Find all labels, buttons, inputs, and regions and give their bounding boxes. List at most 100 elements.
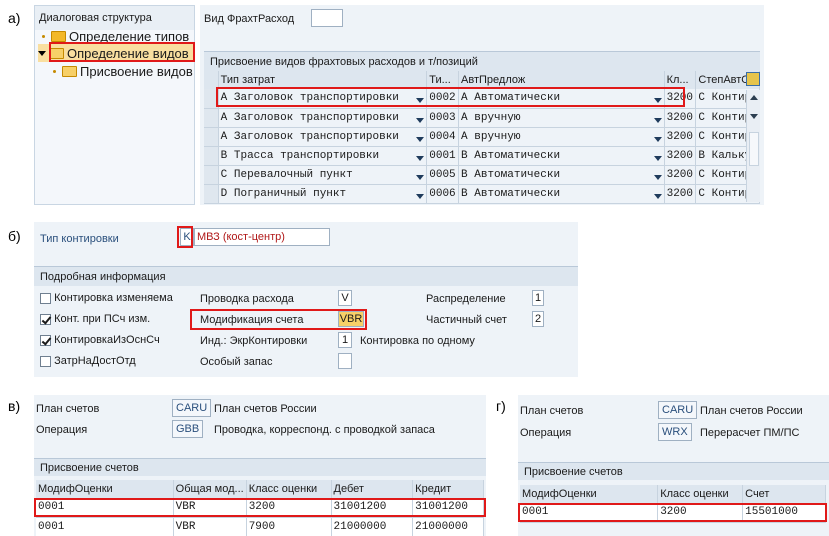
- table-row[interactable]: A Заголовок транспортировки 0004 A вручную…: [204, 127, 760, 147]
- col-header[interactable]: Дебет: [331, 480, 414, 498]
- cell-type[interactable]: C Перевалочный пункт: [218, 165, 428, 185]
- col-header[interactable]: Общая мод...: [173, 480, 247, 498]
- kont-po-odnomu: Контировка по одному: [360, 335, 475, 347]
- cell-text: C Контир: [698, 92, 752, 105]
- details-title: Подробная информация: [34, 266, 578, 286]
- dropdown-arrow-icon[interactable]: [416, 117, 425, 123]
- table-row[interactable]: C Перевалочный пункт 0005 B Автоматически 3…: [204, 165, 760, 185]
- scroll-down-icon[interactable]: [750, 114, 758, 119]
- cell-type[interactable]: A Заголовок транспортировки: [218, 108, 428, 128]
- dropdown-arrow-icon[interactable]: [416, 136, 425, 142]
- cell-type[interactable]: B Трасса транспортировки: [218, 146, 428, 166]
- cell-text: A Заголовок транспортировки: [220, 111, 399, 124]
- cb-label: Контировка изменяема: [54, 292, 173, 304]
- col-header[interactable]: Счет: [742, 485, 826, 503]
- tree-bullet-icon: [53, 69, 56, 73]
- mid-label: Проводка расхода: [200, 293, 294, 305]
- plan-text: План счетов России: [214, 403, 317, 415]
- op-code[interactable]: WRX: [658, 423, 692, 441]
- cb-label: Конт. при ПСч изм.: [54, 313, 151, 325]
- mid-value[interactable]: V: [338, 290, 352, 306]
- highlight-tip-code: [177, 226, 193, 248]
- cell-auto[interactable]: B Автоматически: [458, 165, 665, 185]
- table-cell: 7900: [246, 517, 332, 536]
- dropdown-arrow-icon[interactable]: [653, 136, 662, 142]
- dropdown-arrow-icon[interactable]: [416, 174, 425, 180]
- tree-item-label: Присвоение видов: [80, 63, 193, 79]
- col-header[interactable]: Кредит: [412, 480, 484, 498]
- row-selector[interactable]: [204, 184, 219, 204]
- row-selector[interactable]: [204, 146, 219, 166]
- cell-text: B Автоматически: [461, 168, 561, 181]
- col-header[interactable]: Класс оценки: [246, 480, 332, 498]
- table-row[interactable]: 0001 VBR 7900 21000000 21000000: [36, 517, 484, 536]
- cell-code: 0004: [426, 127, 460, 147]
- cb-row-3[interactable]: ЗатрНаДостОтд: [40, 355, 136, 367]
- cb-row-0[interactable]: Контировка изменяема: [40, 292, 173, 304]
- cell-type[interactable]: D Пограничный пункт: [218, 184, 428, 204]
- dropdown-arrow-icon[interactable]: [653, 117, 662, 123]
- right-value[interactable]: 2: [532, 311, 544, 327]
- checkbox[interactable]: [40, 292, 51, 304]
- highlight-row-v: [34, 498, 486, 517]
- cell-cls: 3200: [664, 127, 697, 147]
- checkbox[interactable]: [40, 334, 51, 346]
- tip-label: Тип контировки: [40, 233, 119, 245]
- cell-cls: 3200: [664, 146, 697, 166]
- col-header[interactable]: Класс оценки: [657, 485, 744, 503]
- cell-text: 0005: [429, 168, 456, 181]
- mid-label: Особый запас: [200, 356, 273, 368]
- dropdown-arrow-icon[interactable]: [653, 155, 662, 161]
- table-row[interactable]: D Пограничный пункт 0006 B Автоматически 32…: [204, 184, 760, 204]
- cell-cls: 3200: [664, 108, 697, 128]
- vid-input[interactable]: [311, 9, 343, 27]
- dropdown-arrow-icon[interactable]: [653, 193, 662, 199]
- checkbox[interactable]: [40, 355, 51, 367]
- dropdown-arrow-icon[interactable]: [416, 193, 425, 199]
- dropdown-arrow-icon[interactable]: [416, 155, 425, 161]
- cell-text: A вручную: [461, 130, 521, 143]
- row-selector[interactable]: [204, 165, 219, 185]
- row-selector[interactable]: [204, 127, 219, 147]
- right-value[interactable]: 1: [532, 290, 544, 306]
- plan-label: План счетов: [520, 405, 584, 417]
- plan-code[interactable]: CARU: [658, 401, 698, 419]
- table-row[interactable]: B Трасса транспортировки 0001 B Автоматиче…: [204, 146, 760, 166]
- highlight-modif: [190, 309, 367, 330]
- dropdown-arrow-icon[interactable]: [653, 174, 662, 180]
- mid-value[interactable]: [338, 353, 352, 369]
- cell-text: B Автоматически: [461, 187, 561, 200]
- plan-label: План счетов: [36, 403, 100, 415]
- expand-arrow-icon[interactable]: [38, 50, 46, 56]
- tree-item-assign[interactable]: Присвоение видов: [53, 62, 193, 80]
- vid-label: Вид ФрахтРасход: [204, 13, 295, 25]
- cell-auto[interactable]: A вручную: [458, 108, 665, 128]
- vertical-scrollbar[interactable]: [746, 90, 760, 202]
- table-header-row: МодифОценки Общая мод... Класс оценки Де…: [36, 480, 484, 498]
- checkbox[interactable]: [40, 313, 51, 325]
- column-settings-icon[interactable]: [746, 72, 760, 86]
- cell-auto[interactable]: B Автоматически: [458, 146, 665, 166]
- cb-row-1[interactable]: Конт. при ПСч изм.: [40, 313, 150, 325]
- cell-text: B Кальку: [698, 149, 752, 162]
- scroll-thumb[interactable]: [749, 132, 759, 166]
- right-label: Частичный счет: [426, 314, 507, 326]
- op-code[interactable]: GBB: [172, 420, 204, 438]
- scroll-up-icon[interactable]: [750, 95, 758, 100]
- cell-text: B Трасса транспортировки: [220, 149, 380, 162]
- cell-auto[interactable]: B Автоматически: [458, 184, 665, 204]
- plan-code[interactable]: CARU: [172, 399, 212, 417]
- op-text: Перерасчет ПМ/ПС: [700, 427, 800, 439]
- cell-text: 0001: [429, 149, 456, 162]
- cell-type[interactable]: A Заголовок транспортировки: [218, 127, 428, 147]
- cell-auto[interactable]: A вручную: [458, 127, 665, 147]
- mid-value[interactable]: 1: [338, 332, 352, 348]
- cell-cls: 3200: [664, 165, 697, 185]
- col-header[interactable]: МодифОценки: [36, 480, 174, 498]
- col-header[interactable]: МодифОценки: [520, 485, 659, 503]
- cb-row-2[interactable]: КонтировкаИзОснСч: [40, 334, 160, 346]
- cell-cls: 3200: [664, 184, 697, 204]
- row-selector[interactable]: [204, 108, 219, 128]
- cell-text: C Контир: [698, 168, 752, 181]
- table-row[interactable]: A Заголовок транспортировки 0003 A вручную…: [204, 108, 760, 128]
